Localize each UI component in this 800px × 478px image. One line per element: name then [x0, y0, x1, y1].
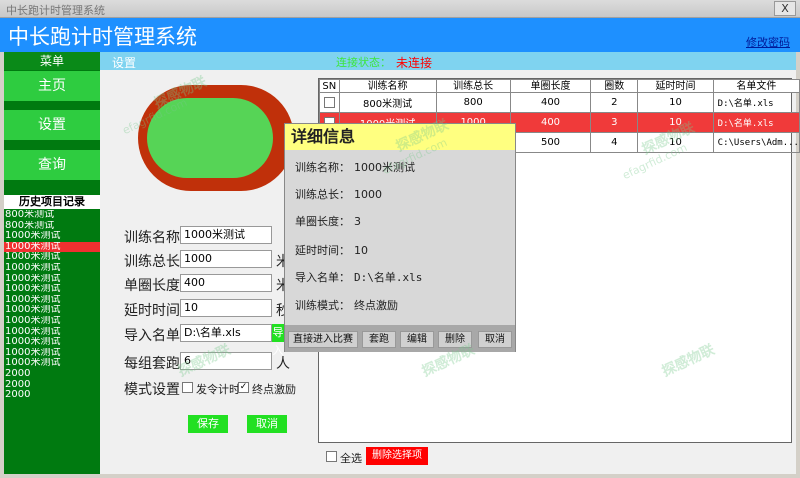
select-all-checkbox[interactable]: [326, 451, 337, 462]
column-header-delay: 延时时间: [637, 79, 714, 93]
cell-lap: 400: [509, 112, 592, 133]
history-item[interactable]: 800米测试: [4, 210, 100, 221]
history-item[interactable]: 1000米测试: [4, 231, 100, 242]
import-list-label: 导入名单: [124, 328, 180, 344]
cancel-button[interactable]: 取消: [247, 415, 287, 433]
total-distance-input[interactable]: 1000: [180, 250, 272, 268]
finish-trigger-label: 终点激励: [252, 383, 296, 396]
toolbar-settings-label: 设置: [112, 56, 137, 70]
history-item[interactable]: 1000米测试: [4, 337, 100, 348]
enter-race-button[interactable]: 直接进入比赛: [288, 331, 358, 348]
history-item[interactable]: 2000: [4, 390, 100, 401]
group-size-unit: 人: [276, 356, 290, 372]
detail-body: 训练名称： 1000米测试 训练总长： 1000 单圈长度： 3 延时时间： 10 导入…: [285, 150, 515, 325]
delete-selected-button[interactable]: 删除选择项: [366, 447, 428, 465]
detail-lap-value: 3: [354, 215, 361, 228]
lap-length-input[interactable]: 400: [180, 274, 272, 292]
sidebar-item-home[interactable]: 主页: [4, 71, 100, 101]
history-item[interactable]: 1000米测试: [4, 241, 100, 253]
history-item[interactable]: 800米测试: [4, 221, 100, 232]
table-row[interactable]: 800米测试 800 400 2 10 D:\名单.xls: [319, 92, 800, 113]
cell-file: D:\名单.xls: [712, 92, 800, 113]
detail-import-label: 导入名单：: [295, 271, 350, 284]
history-item[interactable]: 1000米测试: [4, 252, 100, 263]
cell-laps: 2: [590, 92, 639, 113]
group-size-label: 每组套跑: [124, 356, 180, 372]
training-name-input[interactable]: 1000米测试: [180, 226, 272, 244]
sidebar-item-query[interactable]: 查询: [4, 150, 100, 180]
finish-trigger-checkbox[interactable]: ✓: [238, 382, 249, 393]
lap-length-label: 单圈长度: [124, 278, 180, 294]
row-select-cell[interactable]: [319, 92, 340, 113]
column-header-sn: SN: [319, 79, 340, 93]
import-list-button[interactable]: 导入: [272, 324, 284, 357]
history-item[interactable]: 1000米测试: [4, 348, 100, 359]
detail-name-label: 训练名称：: [295, 161, 350, 174]
detail-total-value: 1000: [354, 188, 382, 201]
edit-button[interactable]: 编辑: [400, 331, 434, 348]
cell-lap: 400: [509, 92, 592, 113]
history-item[interactable]: 2000: [4, 369, 100, 380]
cell-total: 800: [435, 92, 511, 113]
close-button[interactable]: X: [774, 1, 796, 16]
total-distance-label: 训练总长: [124, 254, 180, 270]
detail-total-label: 训练总长：: [295, 188, 350, 201]
row-checkbox[interactable]: [323, 97, 335, 108]
app-title: 中长跑计时管理系统: [8, 25, 197, 49]
start-timing-checkbox[interactable]: [182, 382, 193, 393]
detail-import-value: D:\名单.xls: [354, 271, 423, 284]
sidebar-item-settings[interactable]: 设置: [4, 110, 100, 140]
detail-cancel-button[interactable]: 取消: [478, 331, 512, 348]
change-password-link[interactable]: 修改密码: [746, 34, 790, 50]
delay-time-label: 延时时间: [124, 303, 180, 319]
history-item[interactable]: 1000米测试: [4, 263, 100, 274]
cell-lap: 500: [509, 132, 592, 153]
detail-delay-label: 延时时间：: [295, 244, 350, 257]
toolbar: 设置 连接状态： 未连接: [100, 52, 796, 70]
cell-laps: 3: [590, 112, 639, 133]
detail-button-bar: 直接进入比赛 套跑 编辑 删除 取消: [285, 325, 515, 352]
history-item[interactable]: 2000: [4, 380, 100, 391]
detail-delay-value: 10: [354, 244, 368, 257]
history-item[interactable]: 1000米测试: [4, 274, 100, 285]
history-item[interactable]: 1000米测试: [4, 358, 100, 369]
column-header-total: 训练总长: [435, 79, 511, 93]
history-item[interactable]: 1000米测试: [4, 327, 100, 338]
sidebar-menu-label: 菜单: [4, 52, 100, 70]
detail-mode-value: 终点激励: [354, 299, 398, 312]
column-header-laps: 圈数: [590, 79, 639, 93]
window-title: 中长跑计时管理系统: [6, 4, 105, 17]
detail-mode-label: 训练模式：: [295, 299, 350, 312]
cell-name: 800米测试: [338, 92, 437, 113]
import-list-input[interactable]: D:\名单.xls: [180, 324, 272, 342]
cell-file: D:\名单.xls: [712, 112, 800, 133]
history-item[interactable]: 1000米测试: [4, 305, 100, 316]
cell-delay: 10: [637, 92, 714, 113]
column-header-name: 训练名称: [338, 79, 437, 93]
connection-status-label: 连接状态：: [336, 56, 391, 69]
column-header-lap: 单圈长度: [509, 79, 592, 93]
save-button[interactable]: 保存: [188, 415, 228, 433]
cell-laps: 4: [590, 132, 639, 153]
history-list: 800米测试 800米测试 1000米测试 1000米测试 1000米测试 1000米测试…: [4, 210, 100, 401]
cell-file: C:\Users\Adm...: [712, 132, 800, 153]
mode-setting-label: 模式设置: [124, 382, 180, 398]
delay-time-input[interactable]: 10: [180, 299, 272, 317]
relay-button[interactable]: 套跑: [362, 331, 396, 348]
history-title: 历史项目记录: [4, 195, 100, 209]
training-name-label: 训练名称: [124, 230, 180, 246]
column-header-file: 名单文件: [712, 79, 800, 93]
select-all-label: 全选: [340, 452, 362, 465]
history-item[interactable]: 1000米测试: [4, 295, 100, 306]
history-item[interactable]: 1000米测试: [4, 284, 100, 295]
history-item[interactable]: 1000米测试: [4, 316, 100, 327]
detail-lap-label: 单圈长度：: [295, 215, 350, 228]
window-titlebar: 中长跑计时管理系统 X: [0, 0, 800, 18]
app-header: 中长跑计时管理系统 修改密码: [0, 18, 800, 52]
connection-status-value: 未连接: [396, 56, 433, 70]
start-timing-label: 发令计时: [196, 383, 240, 396]
